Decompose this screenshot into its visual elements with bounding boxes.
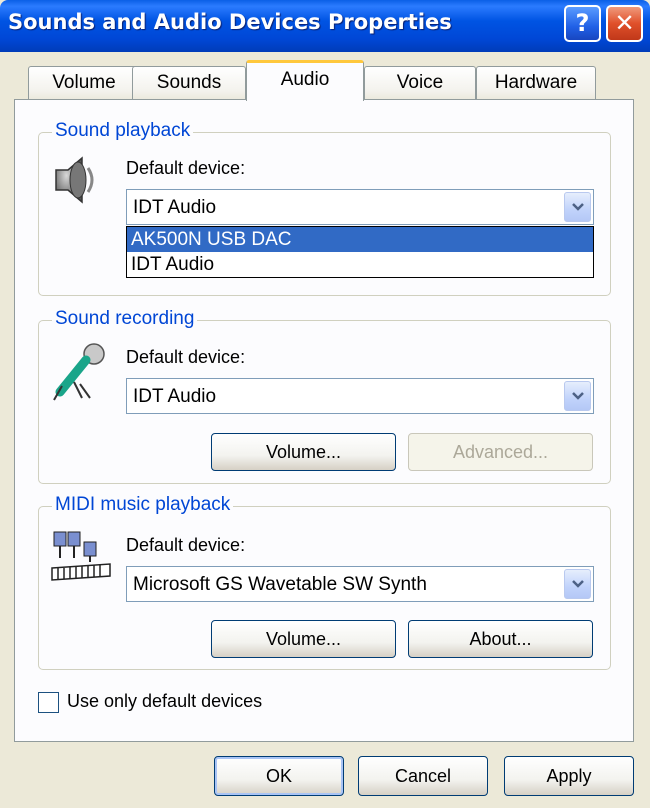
ok-button[interactable]: OK (214, 756, 344, 796)
sound-recording-label: Sound recording (52, 308, 198, 330)
midi-keyboard-icon (50, 528, 112, 591)
window-title: Sounds and Audio Devices Properties (8, 10, 452, 34)
microphone-icon (50, 340, 110, 407)
playback-device-dropdown[interactable]: AK500N USB DAC IDT Audio (126, 226, 594, 278)
tab-sounds[interactable]: Sounds (132, 66, 246, 100)
chevron-down-icon[interactable] (564, 569, 591, 599)
chevron-down-icon[interactable] (564, 192, 591, 222)
recording-device-select[interactable]: IDT Audio (126, 378, 594, 414)
recording-volume-button[interactable]: Volume... (211, 433, 396, 471)
recording-device-value: IDT Audio (133, 386, 217, 407)
dropdown-option-idt-audio[interactable]: IDT Audio (127, 252, 593, 277)
playback-device-value: IDT Audio (133, 197, 217, 218)
dropdown-option-ak500n[interactable]: AK500N USB DAC (127, 227, 593, 252)
use-default-devices-label[interactable]: Use only default devices (67, 691, 262, 712)
title-bar[interactable]: Sounds and Audio Devices Properties ? ✕ (0, 0, 650, 52)
playback-device-select[interactable]: IDT Audio (126, 189, 594, 225)
apply-button[interactable]: Apply (504, 756, 634, 796)
close-button[interactable]: ✕ (606, 5, 643, 42)
speaker-icon (52, 152, 104, 213)
tab-strip: Volume Sounds Audio Voice Hardware (14, 60, 634, 101)
help-button[interactable]: ? (564, 5, 601, 42)
cancel-button[interactable]: Cancel (358, 756, 488, 796)
sound-playback-label: Sound playback (52, 120, 194, 142)
recording-advanced-button[interactable]: Advanced... (408, 433, 593, 471)
midi-device-value: Microsoft GS Wavetable SW Synth (133, 574, 427, 595)
tab-hardware[interactable]: Hardware (476, 66, 596, 100)
midi-volume-button[interactable]: Volume... (211, 620, 396, 658)
recording-device-label: Default device: (126, 347, 246, 367)
midi-device-label: Default device: (126, 535, 246, 555)
midi-playback-label: MIDI music playback (52, 494, 234, 516)
use-default-devices-checkbox[interactable] (38, 692, 59, 713)
tab-audio[interactable]: Audio (246, 60, 364, 101)
tab-voice[interactable]: Voice (364, 66, 476, 100)
chevron-down-icon[interactable] (564, 381, 591, 411)
playback-device-label: Default device: (126, 158, 246, 178)
tab-volume[interactable]: Volume (28, 66, 140, 100)
midi-device-select[interactable]: Microsoft GS Wavetable SW Synth (126, 566, 594, 602)
midi-about-button[interactable]: About... (408, 620, 593, 658)
